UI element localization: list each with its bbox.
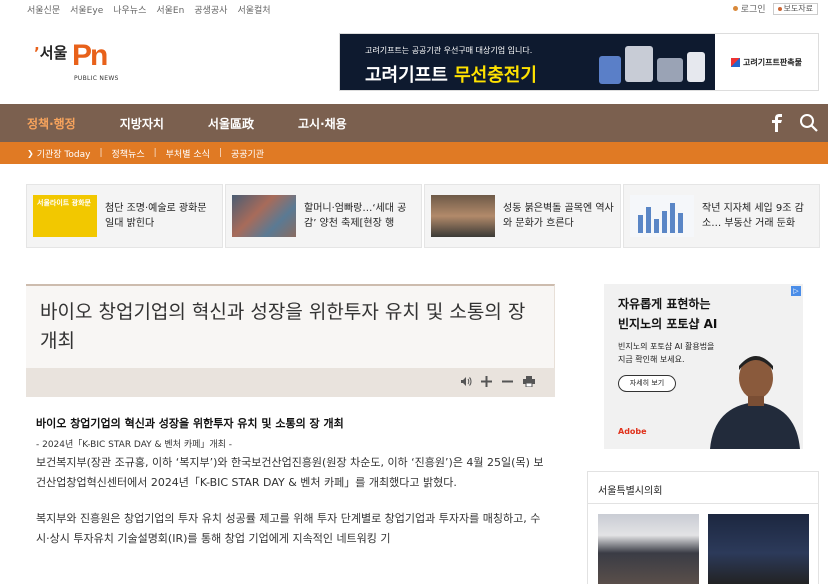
print-icon[interactable]: [522, 375, 535, 388]
news-card[interactable]: 작년 지자체 세입 9조 감소… 부동산 거래 둔화: [623, 184, 820, 248]
news-title: 성동 붉은벽돌 골목엔 역사와 문화가 흐른다: [503, 203, 614, 229]
article-toolbar: [26, 368, 555, 397]
site-link-nownews[interactable]: 나우뉴스: [113, 3, 146, 16]
speaker-icon[interactable]: [459, 375, 472, 388]
news-thumbnail: [232, 195, 296, 237]
subnav-item-public-agency[interactable]: 공공기관: [231, 147, 264, 160]
ad-person-image: [700, 344, 800, 449]
site-link-seoulen[interactable]: 서울En: [156, 3, 184, 16]
article-body: 바이오 창업기업의 혁신과 성장을 위한투자 유치 및 소통의 장 개최 - 2…: [36, 416, 546, 549]
ad-info-icon[interactable]: ▷: [791, 286, 801, 296]
section-title[interactable]: 서울특별시의회: [598, 482, 662, 497]
site-link-gongsaenggongsa[interactable]: 공생공사: [194, 3, 227, 16]
bullet-icon: [777, 6, 782, 11]
site-logo[interactable]: ’서울 Pn PUBLIC NEWS: [34, 39, 134, 84]
top-banner-ad[interactable]: 고려기프트는 공공기관 우선구매 대상기업 입니다. 고려기프트 무선충전기 고…: [339, 33, 819, 91]
banner-product-image: [591, 40, 709, 86]
adobe-logo: Adobe: [618, 427, 647, 436]
news-card[interactable]: 성동 붉은벽돌 골목엔 역사와 문화가 흐른다: [424, 184, 621, 248]
news-thumbnail: [630, 195, 694, 237]
banner-headline: 고려기프트 무선충전기: [365, 65, 537, 86]
banner-small-text: 고려기프트는 공공기관 우선구매 대상기업 입니다.: [365, 46, 533, 55]
article-paragraph: 보건복지부(장관 조규홍, 이하 ‘복지부’)와 한국보건산업진흥원(원장 차순…: [36, 456, 544, 489]
article-paragraph: 복지부와 진흥원은 창업기업의 투자 유치 성공률 제고를 위해 투자 단계별로…: [36, 512, 541, 545]
family-sites: 서울신문 서울Eye 나우뉴스 서울En 공생공사 서울컬처: [27, 3, 271, 16]
site-link-seouleye[interactable]: 서울Eye: [70, 3, 103, 16]
sub-navigation: ❯ 기관장 Today | 정책뉴스 | 부처별 소식 | 공공기관: [0, 142, 828, 164]
logo-seoul-text: ’서울: [34, 44, 68, 62]
news-card[interactable]: 서울라이트 광화문 첨단 조명·예술로 광화문 일대 밝힌다: [26, 184, 223, 248]
nav-item-notice-recruit[interactable]: 고시·채용: [298, 115, 347, 132]
side-ad[interactable]: ▷ 자유롭게 표현하는 빈지노의 포토샵 AI 빈지노의 포토샵 AI 활용법을…: [604, 284, 803, 449]
font-decrease-icon[interactable]: [501, 375, 514, 388]
login-label: 로그인: [740, 5, 766, 15]
news-card[interactable]: 할머니·엄빠랑…‘세대 공감’ 양천 축제[현장 행: [225, 184, 422, 248]
article-subhead: - 2024년「K-BIC STAR DAY & 벤처 카페」개최 -: [36, 440, 233, 450]
top-right-links: 로그인 보도자료: [732, 2, 818, 15]
nav-item-local-autonomy[interactable]: 지방자치: [120, 115, 164, 132]
main-navigation: 정책·행정 지방자치 서울區政 고시·채용: [0, 104, 828, 142]
article-lead: 바이오 창업기업의 혁신과 성장을 위한투자 유치 및 소통의 장 개최: [36, 417, 344, 430]
login-icon: [732, 6, 738, 11]
site-link-seoulculture[interactable]: 서울컬처: [237, 3, 270, 16]
news-thumbnail: [431, 195, 495, 237]
banner-main: 고려기프트는 공공기관 우선구매 대상기업 입니다. 고려기프트 무선충전기: [340, 34, 715, 90]
divider: [588, 503, 818, 504]
site-link-seoulsinmun[interactable]: 서울신문: [27, 3, 60, 16]
nav-item-seoul-district[interactable]: 서울區政: [208, 115, 254, 132]
nav-item-policy[interactable]: 정책·행정: [27, 115, 76, 132]
subnav-item-today[interactable]: 기관장 Today: [37, 147, 91, 160]
article-header: 바이오 창업기업의 혁신과 성장을 위한투자 유치 및 소통의 장 개최: [26, 284, 555, 368]
news-title: 첨단 조명·예술로 광화문 일대 밝힌다: [105, 203, 207, 229]
subnav-item-ministry-news[interactable]: 부처별 소식: [166, 147, 210, 160]
ad-title: 자유롭게 표현하는 빈지노의 포토샵 AI: [618, 297, 718, 331]
brand-logo-icon: [731, 57, 741, 67]
council-section: 서울특별시의회: [587, 471, 819, 584]
top-utility-bar: 서울신문 서울Eye 나우뉴스 서울En 공생공사 서울컬처 로그인 보도자료: [0, 0, 828, 17]
facebook-icon[interactable]: [771, 114, 783, 136]
council-photo[interactable]: [598, 514, 699, 584]
news-thumbnail: 서울라이트 광화문: [33, 195, 97, 237]
article-title: 바이오 창업기업의 혁신과 성장을 위한투자 유치 및 소통의 장 개최: [40, 301, 526, 352]
search-icon[interactable]: [799, 113, 819, 137]
council-photo[interactable]: [708, 514, 809, 584]
press-release-button[interactable]: 보도자료: [772, 2, 818, 15]
ad-more-button[interactable]: 자세히 보기: [618, 375, 676, 392]
banner-brand: 고려기프트판촉물: [715, 34, 818, 90]
logo-subtitle: PUBLIC NEWS: [74, 75, 119, 82]
banner-brand-name: 고려기프트판촉물: [743, 57, 802, 67]
logo-pn-text: Pn: [72, 39, 108, 72]
chevron-right-icon: ❯: [27, 148, 34, 158]
subnav-item-policy-news[interactable]: 정책뉴스: [111, 147, 144, 160]
news-title: 작년 지자체 세입 9조 감소… 부동산 거래 둔화: [702, 203, 804, 229]
login-link[interactable]: 로그인: [732, 2, 766, 15]
news-strip: 서울라이트 광화문 첨단 조명·예술로 광화문 일대 밝힌다 할머니·엄빠랑…‘…: [26, 184, 820, 248]
news-title: 할머니·엄빠랑…‘세대 공감’ 양천 축제[현장 행: [304, 203, 407, 229]
font-increase-icon[interactable]: [480, 375, 493, 388]
press-release-label: 보도자료: [783, 4, 813, 13]
